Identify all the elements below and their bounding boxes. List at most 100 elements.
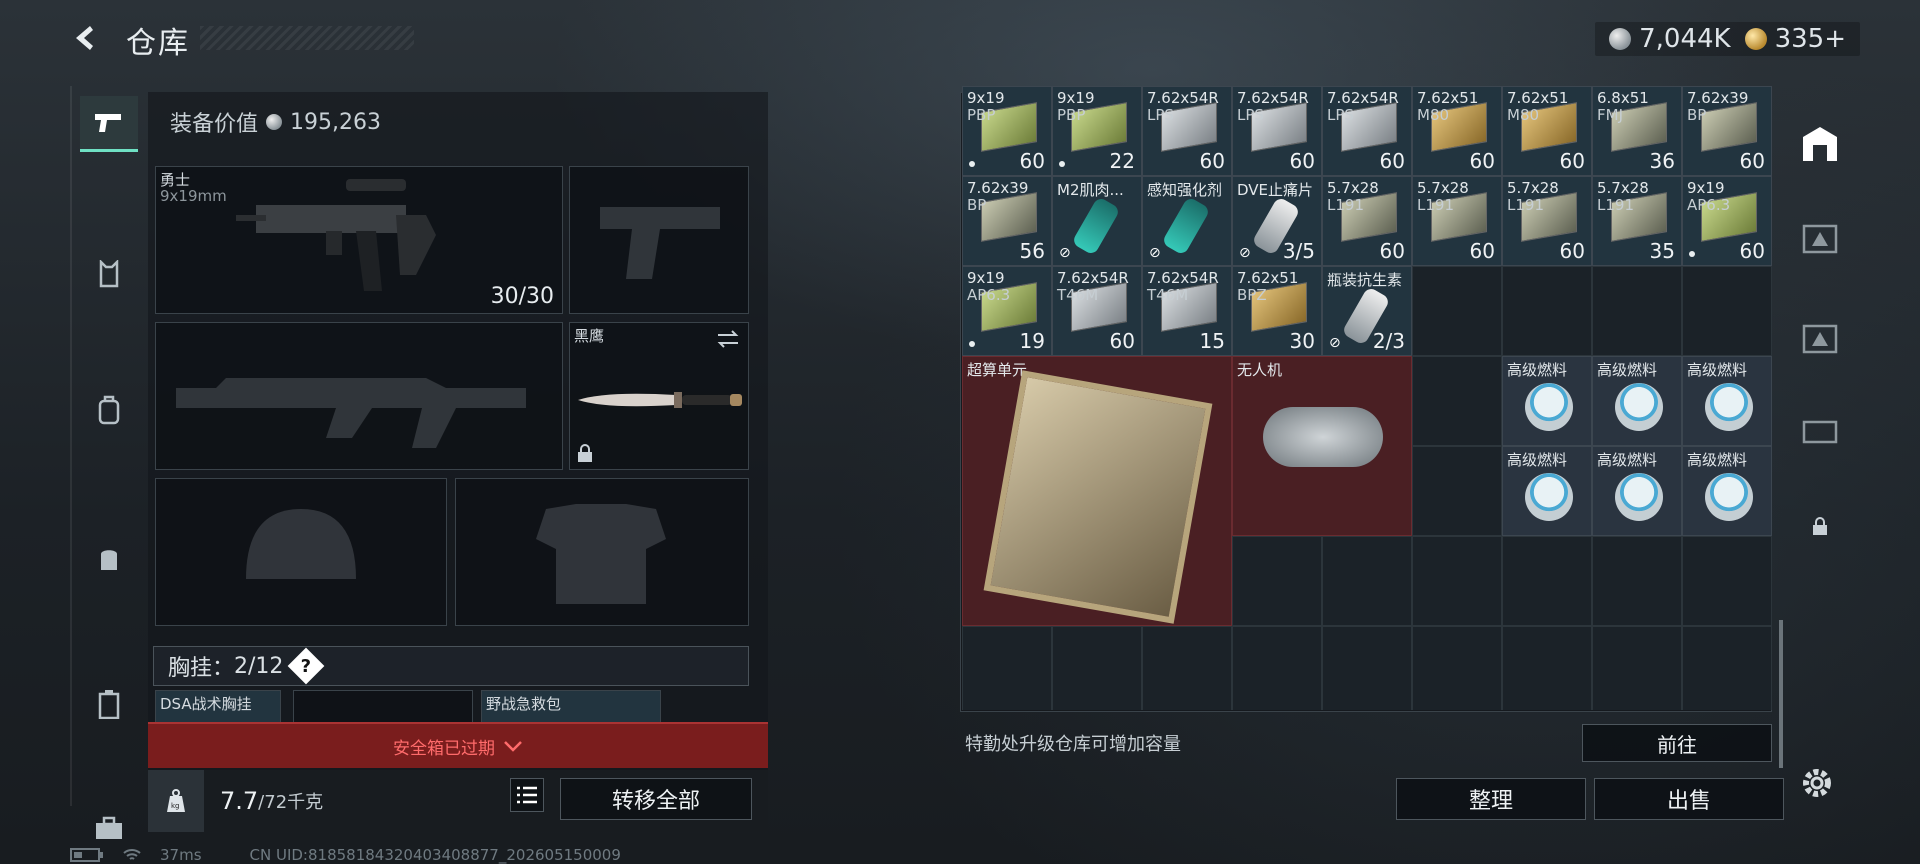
rig-item-slot[interactable]: 野战急救包 xyxy=(481,690,661,724)
storage-item[interactable]: 9x19 AP6.3 19 xyxy=(962,266,1052,356)
item-subname: PBP xyxy=(1057,106,1086,124)
storage-item[interactable]: 9x19 PBP 60 xyxy=(962,86,1052,176)
warehouse-icon[interactable] xyxy=(1790,114,1850,174)
pistol-slot[interactable] xyxy=(569,166,749,314)
item-name: 无人机 xyxy=(1237,361,1283,379)
list-view-button[interactable] xyxy=(510,778,544,812)
storage-item[interactable]: 5.7x28 L191 60 xyxy=(1412,176,1502,266)
vest-icon[interactable] xyxy=(80,246,138,302)
fuel-can[interactable]: 高级燃料 xyxy=(1682,446,1772,536)
silver-coin-icon xyxy=(1609,28,1632,50)
item-name: 5.7x28 xyxy=(1507,179,1559,197)
sort-button[interactable]: 整理 xyxy=(1396,778,1586,820)
stash-2-icon[interactable] xyxy=(1790,206,1850,266)
grid-cell[interactable] xyxy=(1592,626,1682,710)
storage-item[interactable]: 7.62x39 BP 60 xyxy=(1682,86,1772,176)
lock-icon[interactable] xyxy=(1790,496,1850,556)
storage-item[interactable]: 5.7x28 L191 35 xyxy=(1592,176,1682,266)
backpack-icon[interactable] xyxy=(80,382,138,438)
primary-weapon-slot[interactable]: 勇士 9x19mm 30/30 xyxy=(155,166,563,314)
item-name: 7.62x54R xyxy=(1057,269,1129,287)
grid-cell[interactable] xyxy=(1682,536,1772,626)
drone-icon xyxy=(1263,407,1383,467)
item-name: M2肌肉... xyxy=(1057,181,1124,199)
item-count: 60 xyxy=(1559,149,1585,173)
drone[interactable]: 无人机 xyxy=(1232,356,1412,536)
secondary-weapon-slot[interactable] xyxy=(155,322,563,470)
swap-icon[interactable] xyxy=(716,329,740,349)
storage-item[interactable]: 9x19 AP6.3 60 xyxy=(1682,176,1772,266)
storage-item[interactable]: 7.62x51 BPZ 30 xyxy=(1232,266,1322,356)
grid-cell[interactable] xyxy=(1412,356,1502,446)
rig-item-slot-empty[interactable] xyxy=(293,690,473,724)
grid-cell[interactable] xyxy=(1412,536,1502,626)
storage-item[interactable]: M2肌肉... ⊘ xyxy=(1052,176,1142,266)
grid-cell[interactable] xyxy=(1502,266,1592,356)
transfer-all-button[interactable]: 转移全部 xyxy=(560,778,752,820)
grid-cell[interactable] xyxy=(1682,626,1772,710)
helmet-placeholder-icon xyxy=(246,509,356,579)
stash-3-icon[interactable] xyxy=(1790,306,1850,366)
weight-value: 7.7 xyxy=(220,787,259,815)
pistol-icon[interactable] xyxy=(80,96,138,152)
bag-icon[interactable] xyxy=(80,530,138,586)
goto-button[interactable]: 前往 xyxy=(1582,724,1772,762)
item-subname: PBP xyxy=(967,106,996,124)
storage-item[interactable]: 7.62x54R T46M 60 xyxy=(1052,266,1142,356)
equipment-tabs xyxy=(70,86,140,839)
storage-item[interactable]: 6.8x51 FMJ 36 xyxy=(1592,86,1682,176)
fuel-can[interactable]: 高级燃料 xyxy=(1592,446,1682,536)
grid-cell[interactable] xyxy=(1502,536,1592,626)
storage-item[interactable]: 5.7x28 L191 60 xyxy=(1322,176,1412,266)
rig-item-slot[interactable]: DSA战术胸挂 xyxy=(155,690,281,724)
storage-item[interactable]: 7.62x39 BP 56 xyxy=(962,176,1052,266)
storage-item[interactable]: 感知强化剂 ⊘ xyxy=(1142,176,1232,266)
storage-item[interactable]: 7.62x51 M80 60 xyxy=(1412,86,1502,176)
armor-slot[interactable] xyxy=(455,478,749,626)
storage-item[interactable]: 7.62x54R LPS 60 xyxy=(1322,86,1412,176)
fuel-can[interactable]: 高级燃料 xyxy=(1502,356,1592,446)
grid-cell[interactable] xyxy=(1412,446,1502,536)
stash-4-icon[interactable] xyxy=(1790,398,1850,458)
help-icon[interactable]: ? xyxy=(288,647,325,685)
item-count: 30 xyxy=(1289,329,1315,353)
silver-currency: 7,044K xyxy=(1609,24,1731,54)
safe-box-expired-banner[interactable]: 安全箱已过期 xyxy=(148,722,768,768)
back-arrow-icon[interactable] xyxy=(70,22,102,54)
item-name: 7.62x39 xyxy=(1687,89,1749,107)
storage-item[interactable]: DVE止痛片 3/5 ⊘ xyxy=(1232,176,1322,266)
title-decoration xyxy=(200,26,414,50)
battery-icon xyxy=(70,848,103,862)
grid-cell[interactable] xyxy=(1052,626,1142,710)
fuel-can[interactable]: 高级燃料 xyxy=(1592,356,1682,446)
grid-cell[interactable] xyxy=(1682,266,1772,356)
storage-item[interactable]: 瓶装抗生素 2/3 ⊘ xyxy=(1322,266,1412,356)
case-icon[interactable] xyxy=(80,676,138,732)
helmet-slot[interactable] xyxy=(155,478,447,626)
grid-cell[interactable] xyxy=(1322,536,1412,626)
storage-item[interactable]: 7.62x54R LPS 60 xyxy=(1232,86,1322,176)
melee-slot[interactable]: 黑鹰 xyxy=(569,322,749,470)
grid-cell[interactable] xyxy=(1502,626,1592,710)
storage-item[interactable]: 9x19 PBP 22 xyxy=(1052,86,1142,176)
grid-cell[interactable] xyxy=(1412,266,1502,356)
grid-cell[interactable] xyxy=(1322,626,1412,710)
supercomputer-unit[interactable]: 超算单元 xyxy=(962,356,1232,626)
gold-currency[interactable]: 335+ xyxy=(1744,24,1846,54)
scrollbar[interactable] xyxy=(1779,620,1783,768)
storage-item[interactable]: 5.7x28 L191 60 xyxy=(1502,176,1592,266)
gear-icon[interactable] xyxy=(1800,766,1834,800)
fuel-can[interactable]: 高级燃料 xyxy=(1682,356,1772,446)
grid-cell[interactable] xyxy=(1142,626,1232,710)
fuel-can[interactable]: 高级燃料 xyxy=(1502,446,1592,536)
grid-cell[interactable] xyxy=(1592,536,1682,626)
grid-cell[interactable] xyxy=(1232,536,1322,626)
storage-item[interactable]: 7.62x54R T46M 15 xyxy=(1142,266,1232,356)
grid-cell[interactable] xyxy=(1232,626,1322,710)
grid-cell[interactable] xyxy=(962,626,1052,710)
storage-item[interactable]: 7.62x51 M80 60 xyxy=(1502,86,1592,176)
storage-item[interactable]: 7.62x54R LPS 60 xyxy=(1142,86,1232,176)
grid-cell[interactable] xyxy=(1412,626,1502,710)
grid-cell[interactable] xyxy=(1592,266,1682,356)
sell-button[interactable]: 出售 xyxy=(1594,778,1784,820)
